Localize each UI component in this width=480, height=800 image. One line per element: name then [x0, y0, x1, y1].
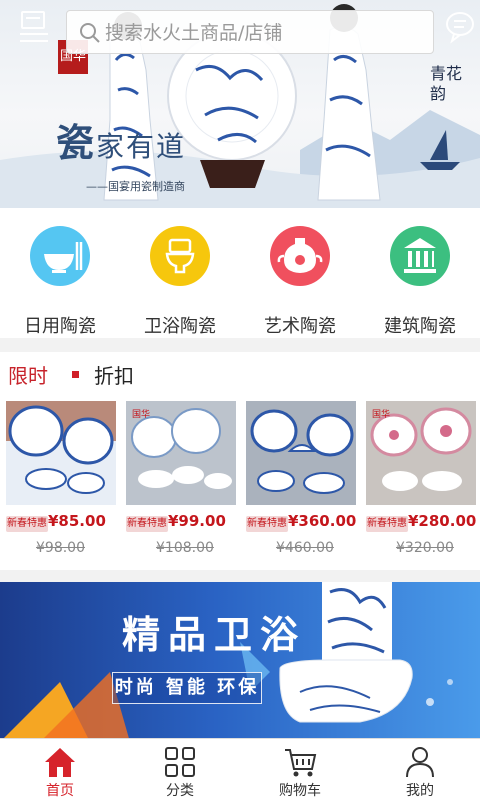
- svg-text:国华: 国华: [372, 408, 390, 420]
- nav-cart[interactable]: 购物车: [240, 739, 360, 800]
- nav-label: 我的: [406, 783, 434, 799]
- category-building-ceramics[interactable]: 建筑陶瓷: [360, 226, 480, 337]
- sale-price: ¥360.00: [288, 512, 357, 530]
- product-image: [6, 401, 116, 505]
- category-icon-bg: [150, 226, 210, 286]
- nav-home[interactable]: 首页: [0, 739, 120, 800]
- menu-icon: [20, 11, 48, 42]
- promo-tagline: 时尚 智能 环保: [112, 672, 262, 704]
- product-card[interactable]: 新春特惠 ¥360.00 ¥460.00: [246, 401, 356, 561]
- nav-profile[interactable]: 我的: [360, 739, 480, 800]
- search-input[interactable]: [105, 17, 425, 49]
- nav-label: 首页: [46, 783, 74, 799]
- user-icon: [406, 747, 434, 778]
- toilet-icon: [165, 238, 195, 274]
- product-image: 国华: [126, 401, 236, 505]
- chat-icon: [446, 12, 474, 44]
- promo-tag: 新春特惠: [6, 516, 48, 532]
- search-icon: [80, 23, 100, 43]
- product-card[interactable]: 国华 新春特惠 ¥99.00 ¥108.00: [126, 401, 236, 561]
- hero-banner[interactable]: 国华 青花韵 瓷家有道 ——国宴用瓷制造商: [0, 0, 480, 208]
- flash-sale-title-right: 折扣: [94, 364, 134, 388]
- promo-tag: 新春特惠: [246, 516, 288, 532]
- hero-title-big: 瓷: [56, 120, 97, 165]
- category-bathroom-ceramics[interactable]: 卫浴陶瓷: [120, 226, 240, 337]
- category-label: 卫浴陶瓷: [144, 316, 216, 337]
- product-image: 国华: [366, 401, 476, 505]
- bowl-icon: [44, 242, 83, 273]
- hero-subtitle: ——国宴用瓷制造商: [86, 180, 185, 193]
- grid-icon: [165, 747, 195, 777]
- top-bar: [0, 0, 480, 60]
- category-label: 日用陶瓷: [24, 316, 96, 337]
- hero-title: 瓷家有道: [56, 112, 186, 167]
- flash-sale-header[interactable]: 限时 折扣: [0, 352, 480, 396]
- nav-label: 购物车: [279, 783, 321, 799]
- category-label: 建筑陶瓷: [384, 316, 456, 337]
- home-page: 国华 青花韵 瓷家有道 ——国宴用瓷制造商 搜索水火土商品/店铺 日用陶瓷 卫浴…: [0, 0, 480, 800]
- category-art-ceramics[interactable]: 艺术陶瓷: [240, 226, 360, 337]
- original-price: ¥98.00: [36, 540, 85, 556]
- svg-text:国华: 国华: [132, 408, 150, 420]
- flash-sale-section: 限时 折扣 新春特惠 ¥85.00 ¥98.00 国华 新春特惠 ¥99.00 …: [0, 352, 480, 570]
- title-dot: [72, 371, 79, 378]
- nav-label: 分类: [166, 783, 194, 799]
- menu-button[interactable]: [14, 8, 54, 50]
- category-icon-bg: [270, 226, 330, 286]
- category-icon-bg: [30, 226, 90, 286]
- sale-price: ¥85.00: [48, 512, 106, 530]
- original-price: ¥460.00: [276, 540, 334, 556]
- product-card[interactable]: 国华 新春特惠 ¥280.00 ¥320.00: [366, 401, 476, 561]
- vase-icon: [277, 238, 323, 273]
- promo-headline: 精品卫浴: [122, 613, 307, 657]
- building-icon: [404, 238, 436, 273]
- sale-price: ¥99.00: [168, 512, 226, 530]
- sale-price: ¥280.00: [408, 512, 477, 530]
- original-price: ¥108.00: [156, 540, 214, 556]
- search-bar[interactable]: [66, 10, 434, 54]
- flash-sale-title-left: 限时: [8, 364, 48, 388]
- brush-calligraphy: 青花韵: [430, 64, 463, 103]
- nav-category[interactable]: 分类: [120, 739, 240, 800]
- home-icon: [45, 748, 75, 777]
- category-row: 日用陶瓷 卫浴陶瓷 艺术陶瓷 建筑陶瓷: [0, 208, 480, 338]
- promo-tag: 新春特惠: [366, 516, 408, 532]
- bottom-nav: 首页 分类 购物车 我的: [0, 738, 480, 800]
- category-label: 艺术陶瓷: [264, 316, 336, 337]
- original-price: ¥320.00: [396, 540, 454, 556]
- category-daily-ceramics[interactable]: 日用陶瓷: [0, 226, 120, 337]
- message-button[interactable]: [444, 10, 476, 44]
- category-icon-bg: [390, 226, 450, 286]
- cart-icon: [285, 749, 317, 777]
- hero-title-rest: 家有道: [96, 130, 187, 163]
- bathroom-promo-banner[interactable]: 精品卫浴 时尚 智能 环保: [0, 582, 480, 742]
- product-image: [246, 401, 356, 505]
- product-card[interactable]: 新春特惠 ¥85.00 ¥98.00: [6, 401, 116, 561]
- promo-tag: 新春特惠: [126, 516, 168, 532]
